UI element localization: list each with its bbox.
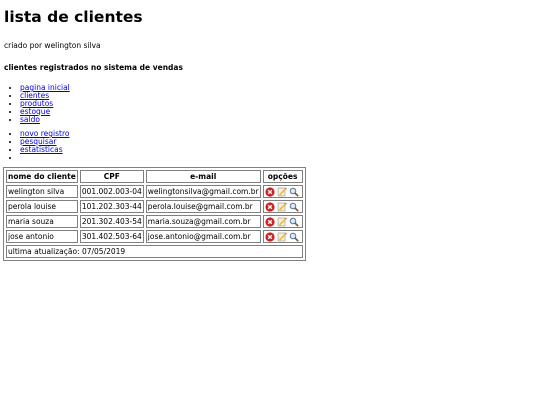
cell-nome: perola louise [6, 200, 78, 213]
table-row: welington silva 001.002.003-04 welingtonsi… [6, 185, 303, 198]
delete-icon[interactable] [264, 217, 275, 227]
section-heading: clientes registrados no sistema de venda… [4, 63, 183, 72]
cell-email: welingtonsilva@gmail.com.br [145, 185, 261, 198]
view-icon[interactable] [289, 187, 299, 197]
actions-menu: novo registro pesquisar estatisticas [4, 130, 540, 162]
edit-icon[interactable] [277, 217, 287, 227]
nav-item-estoque: estoque [20, 108, 540, 116]
action-item-estatisticas: estatisticas [20, 146, 540, 154]
cell-opcoes [262, 200, 303, 213]
view-icon[interactable] [289, 202, 299, 212]
last-update: ultima atualização: 07/05/2019 [6, 245, 303, 258]
cell-cpf: 301.402.503-64 [79, 230, 144, 243]
action-item-novo-registro: novo registro [20, 130, 540, 138]
table-footer-row: ultima atualização: 07/05/2019 [6, 245, 303, 258]
cell-cpf: 001.002.003-04 [79, 185, 144, 198]
cell-nome: maria souza [6, 215, 78, 228]
cell-opcoes [262, 230, 303, 243]
cell-opcoes [262, 185, 303, 198]
view-icon[interactable] [289, 217, 299, 227]
nav-link-saldo[interactable]: saldo [20, 115, 40, 124]
table-row: perola louise 101.202.303-44 perola.louise… [6, 200, 303, 213]
cell-email: maria.souza@gmail.com.br [145, 215, 261, 228]
page: lista de clientes criado por welington s… [0, 0, 540, 261]
view-icon[interactable] [289, 232, 299, 242]
cell-opcoes [262, 215, 303, 228]
edit-icon[interactable] [277, 187, 287, 197]
cell-nome: welington silva [6, 185, 78, 198]
cell-email: perola.louise@gmail.com.br [145, 200, 261, 213]
cell-email: jose.antonio@gmail.com.br [145, 230, 261, 243]
nav-item-clientes: clientes [20, 92, 540, 100]
delete-icon[interactable] [264, 187, 275, 197]
header-opcoes: opções [262, 170, 303, 183]
nav-item-pagina-inicial: pagina inicial [20, 84, 540, 92]
action-item-empty [20, 154, 540, 162]
nav-menu: pagina inicial clientes produtos estoque… [4, 84, 540, 124]
cell-cpf: 201.302.403-54 [79, 215, 144, 228]
cell-cpf: 101.202.303-44 [79, 200, 144, 213]
nav-item-saldo: saldo [20, 116, 540, 124]
header-cpf: CPF [79, 170, 144, 183]
delete-icon[interactable] [264, 202, 275, 212]
page-title: lista de clientes [4, 8, 143, 26]
estatisticas-link[interactable]: estatisticas [20, 145, 63, 154]
nav-item-produtos: produtos [20, 100, 540, 108]
header-email: e-mail [145, 170, 261, 183]
cell-nome: jose antonio [6, 230, 78, 243]
edit-icon[interactable] [277, 232, 287, 242]
action-item-pesquisar: pesquisar [20, 138, 540, 146]
table-row: jose antonio 301.402.503-64 jose.antonio@g… [6, 230, 303, 243]
header-nome: nome do cliente [6, 170, 78, 183]
delete-icon[interactable] [264, 232, 275, 242]
edit-icon[interactable] [277, 202, 287, 212]
table-header-row: nome do cliente CPF e-mail opções [6, 170, 303, 183]
table-row: maria souza 201.302.403-54 maria.souza@gma… [6, 215, 303, 228]
page-subtitle: criado por welington silva [4, 41, 101, 50]
clients-table: nome do cliente CPF e-mail opções weling… [3, 167, 306, 261]
